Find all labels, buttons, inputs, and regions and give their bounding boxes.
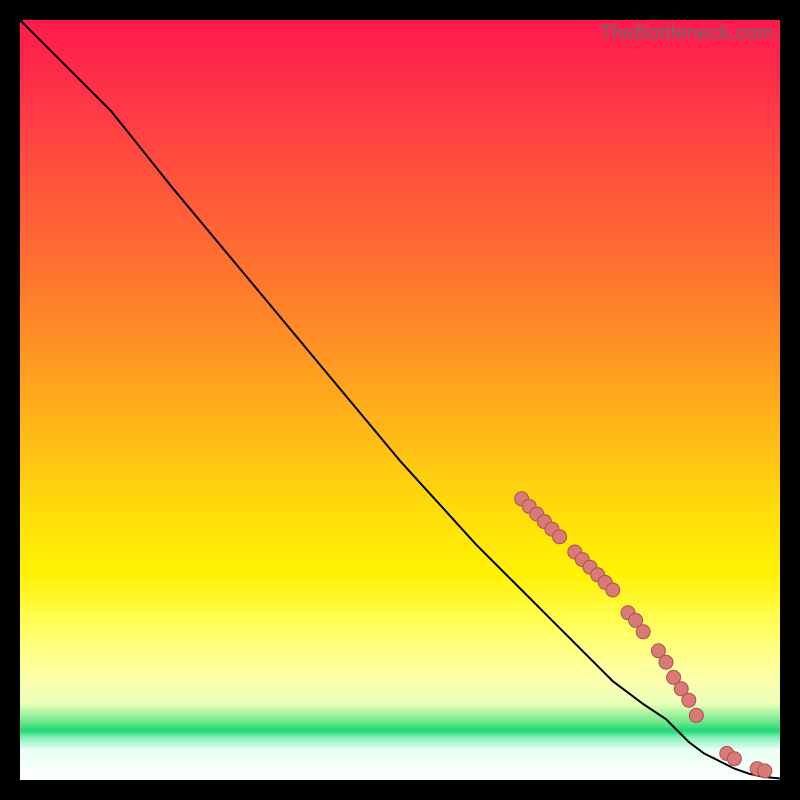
plot-area: TheBottleneck.com [20,20,780,780]
chart-stage: TheBottleneck.com [0,0,800,800]
marker-group [515,492,772,778]
chart-svg [20,20,780,780]
data-marker [689,708,703,722]
data-marker [659,655,673,669]
data-marker [727,752,741,766]
data-marker [606,583,620,597]
data-marker [636,625,650,639]
data-marker [682,693,696,707]
data-marker [758,764,772,778]
data-marker [553,530,567,544]
